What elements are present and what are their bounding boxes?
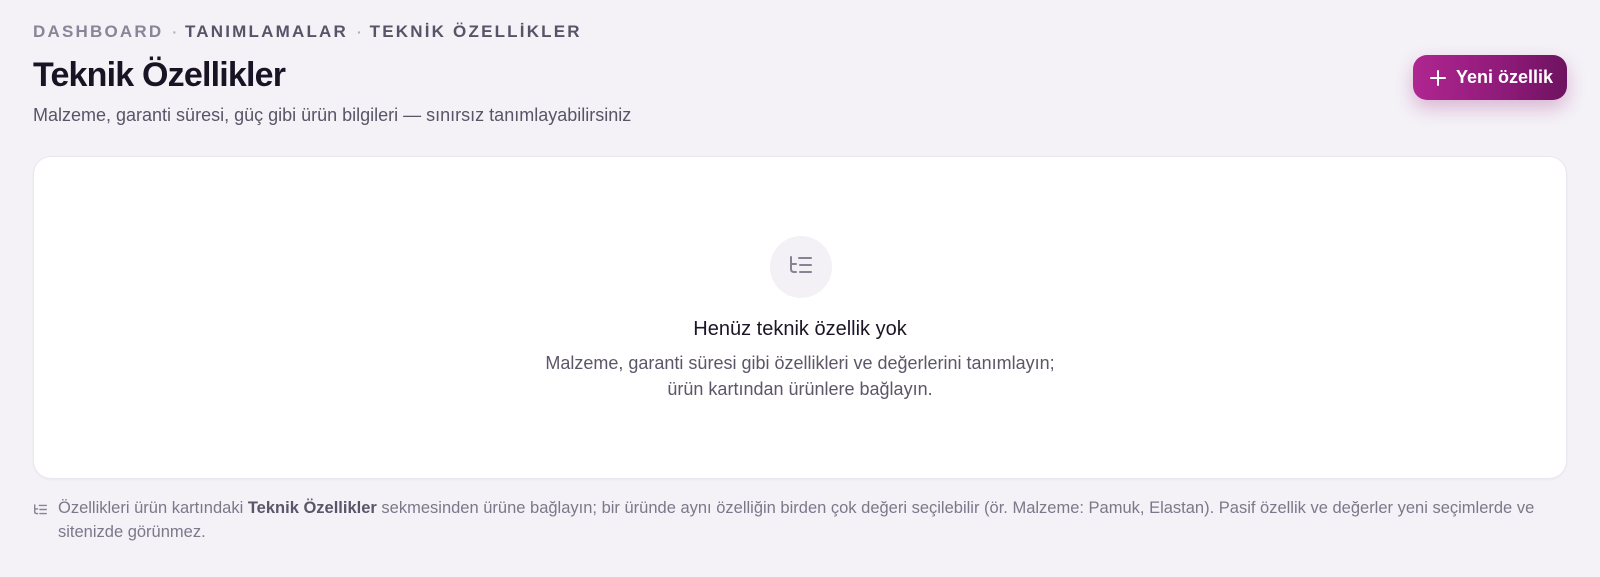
empty-state-icon-circle bbox=[770, 236, 832, 298]
list-tree-icon bbox=[33, 499, 48, 523]
page: DASHBOARD · TANIMLAMALAR · TEKNİK ÖZELLİ… bbox=[0, 0, 1600, 577]
empty-state-description-line: Malzeme, garanti süresi gibi özellikleri… bbox=[545, 353, 1055, 373]
empty-state-title: Henüz teknik özellik yok bbox=[693, 318, 907, 340]
breadcrumb-separator: · bbox=[172, 24, 177, 40]
new-feature-button-label: Yeni özellik bbox=[1455, 67, 1553, 87]
list-tree-icon bbox=[788, 254, 814, 281]
page-subtitle: Malzeme, garanti süresi, güç gibi ürün b… bbox=[33, 105, 632, 125]
empty-state-card: Henüz teknik özellik yok Malzeme, garant… bbox=[33, 156, 1567, 479]
breadcrumb-item-current: TEKNİK ÖZELLİKLER bbox=[369, 22, 582, 41]
breadcrumb-separator: · bbox=[356, 24, 362, 40]
new-feature-button[interactable]: Yeni özellik bbox=[1412, 55, 1567, 100]
breadcrumb-item-dashboard[interactable]: DASHBOARD bbox=[33, 22, 163, 42]
footnote: Özellikleri ürün kartındaki Teknik Özell… bbox=[33, 496, 1567, 544]
empty-state-description: Malzeme, garanti süresi gibi özellikleri… bbox=[34, 350, 1566, 402]
page-title: Teknik Özellikler bbox=[33, 56, 286, 94]
breadcrumb: DASHBOARD · TANIMLAMALAR · TEKNİK ÖZELLİ… bbox=[33, 22, 582, 42]
footnote-text: Özellikleri ürün kartındaki Teknik Özell… bbox=[58, 496, 1567, 544]
plus-icon bbox=[1429, 69, 1447, 87]
empty-state-description-line: ürün kartından ürünlere bağlayın. bbox=[667, 379, 933, 399]
footnote-text-part: Özellikleri ürün kartındaki bbox=[58, 499, 248, 517]
breadcrumb-item-tanimlamalar[interactable]: TANIMLAMALAR bbox=[185, 22, 348, 42]
footnote-tab-name: Teknik Özellikler bbox=[247, 499, 377, 517]
